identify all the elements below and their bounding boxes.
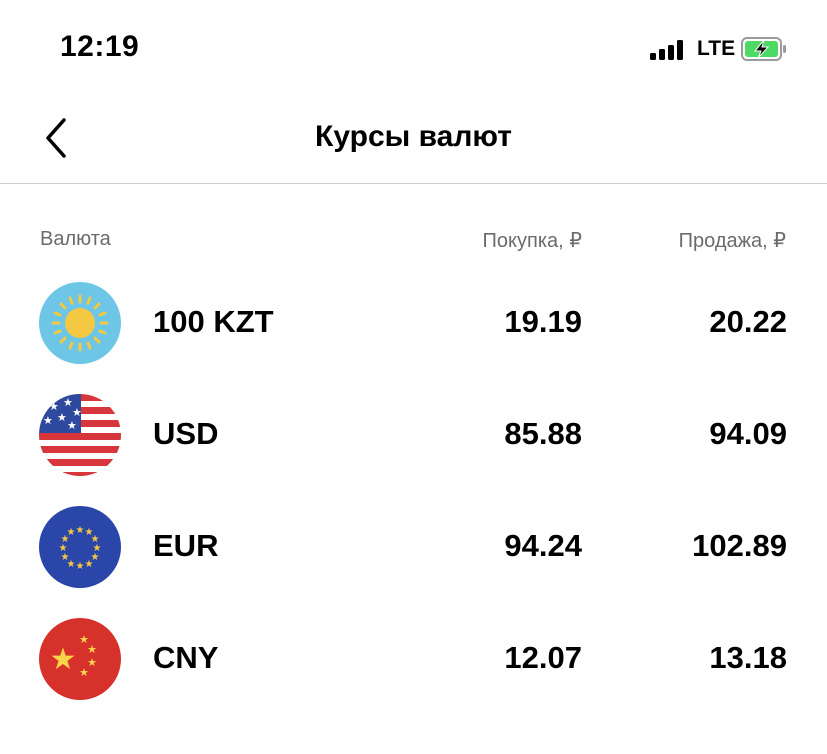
network-type: LTE: [697, 37, 736, 60]
column-header-sell: Продажа, ₽: [678, 230, 786, 252]
column-header-buy: Покупка, ₽: [482, 230, 582, 252]
svg-text:★: ★: [76, 525, 85, 536]
status-time: 12:19: [60, 30, 140, 63]
svg-text:★: ★: [50, 642, 77, 677]
currency-row-cny[interactable]: ★ ★ ★ ★ ★ CNY 12.07 13.18: [0, 618, 827, 730]
currency-row-eur[interactable]: ★ ★ ★ ★ ★ ★ ★ ★ ★ ★ ★ ★ EUR 94.24 102.89: [0, 506, 827, 618]
svg-text:★: ★: [85, 559, 94, 570]
eu-flag-icon: ★ ★ ★ ★ ★ ★ ★ ★ ★ ★ ★ ★: [39, 506, 121, 588]
currency-row-kzt[interactable]: 100 KZT 19.19 20.22: [0, 282, 827, 394]
svg-text:★: ★: [67, 527, 76, 538]
buy-rate: 12.07: [504, 640, 582, 675]
china-flag-icon: ★ ★ ★ ★ ★: [39, 618, 121, 700]
buy-rate: 94.24: [504, 528, 582, 563]
buy-rate: 85.88: [504, 416, 582, 451]
currency-code: CNY: [153, 640, 219, 675]
column-header-currency: Валюта: [40, 228, 111, 250]
status-bar: 12:19 LTE: [0, 0, 827, 96]
svg-text:★: ★: [43, 414, 53, 427]
battery-charging-icon: [741, 37, 787, 61]
svg-text:★: ★: [67, 419, 77, 432]
svg-text:★: ★: [79, 666, 89, 679]
currency-row-usd[interactable]: ★ ★ ★ ★ ★ ★ USD 85.88 94.09: [0, 394, 827, 506]
sell-rate: 20.22: [709, 304, 787, 339]
sell-rate: 94.09: [709, 416, 787, 451]
buy-rate: 19.19: [504, 304, 582, 339]
kazakhstan-flag-icon: [39, 282, 121, 364]
usa-flag-icon: ★ ★ ★ ★ ★ ★: [39, 394, 121, 476]
svg-text:★: ★: [72, 406, 82, 419]
signal-strength-icon: [650, 40, 683, 60]
currency-code: USD: [153, 416, 219, 451]
sell-rate: 13.18: [709, 640, 787, 675]
svg-text:★: ★: [87, 643, 97, 656]
svg-text:★: ★: [57, 411, 67, 424]
currency-code: 100 KZT: [153, 304, 274, 339]
navigation-bar: Курсы валют: [0, 96, 827, 184]
svg-text:★: ★: [76, 561, 85, 572]
page-title: Курсы валют: [315, 120, 512, 153]
currency-code: EUR: [153, 528, 219, 563]
sell-rate: 102.89: [692, 528, 787, 563]
